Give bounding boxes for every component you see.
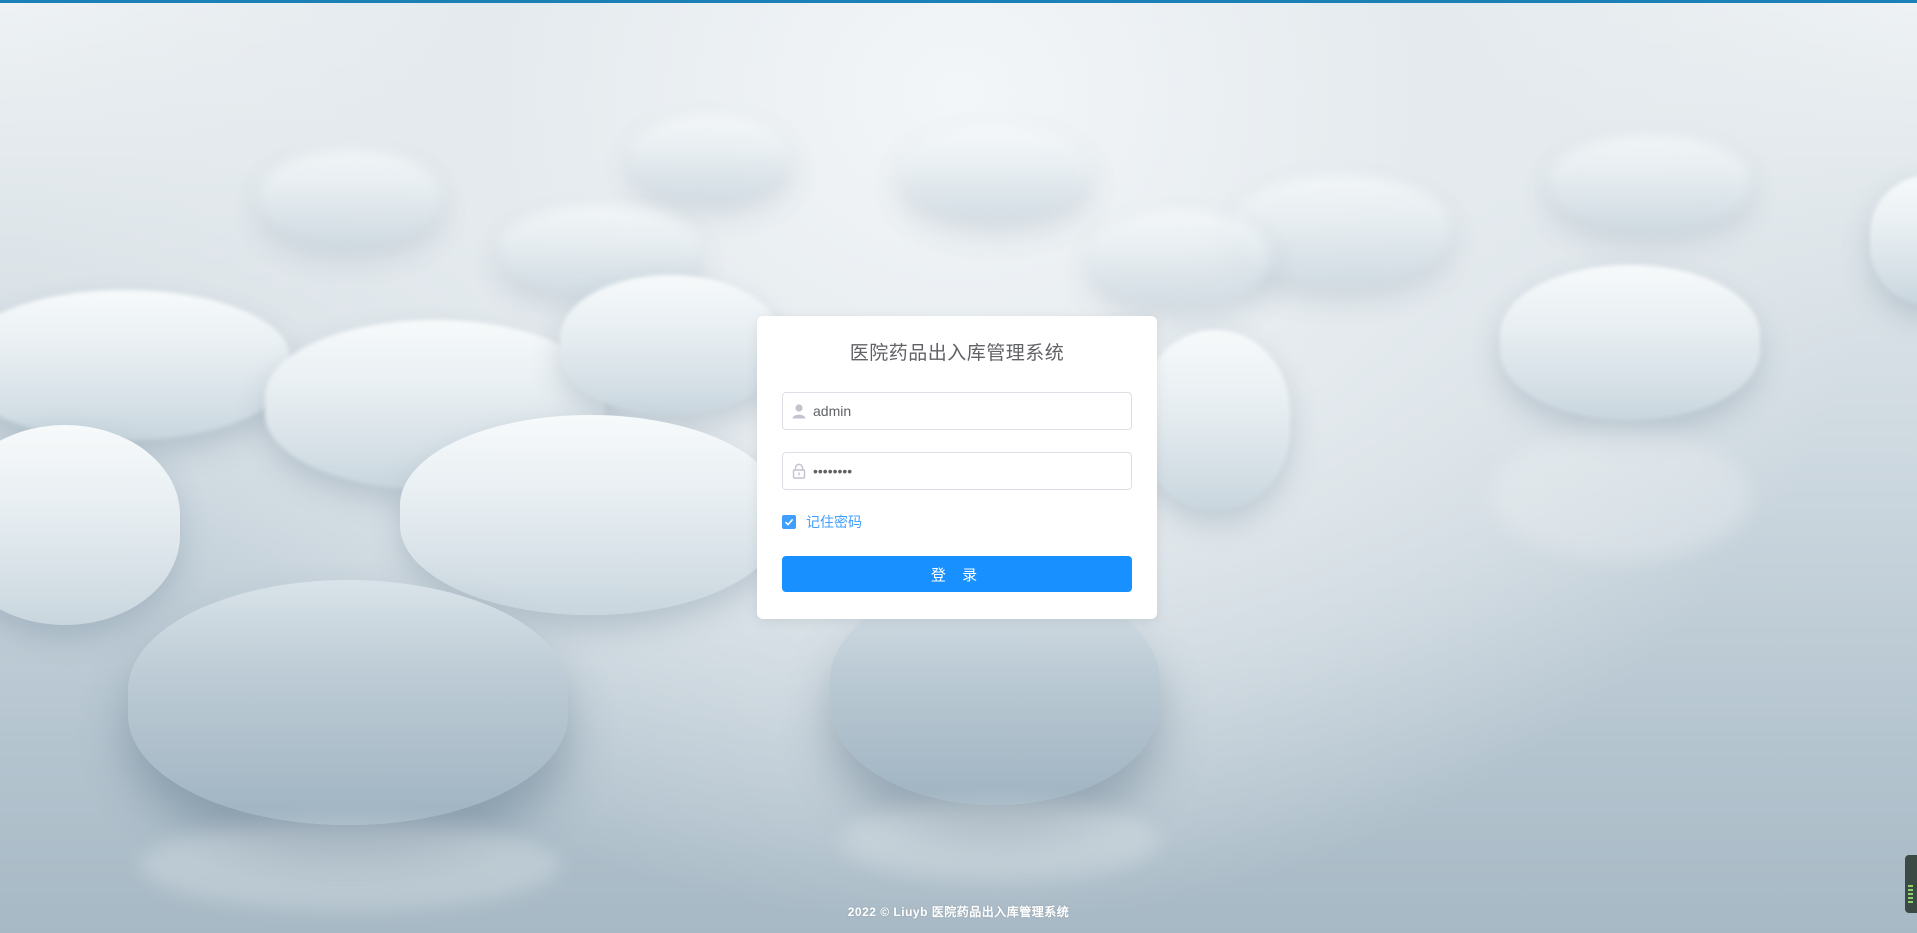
side-widget-tab[interactable] (1905, 855, 1917, 913)
background-pill (560, 275, 780, 415)
login-title: 医院药品出入库管理系统 (849, 343, 1065, 364)
background-pill (0, 290, 290, 440)
background-pill (1090, 210, 1270, 305)
username-field[interactable] (782, 392, 1132, 430)
background-pill (400, 415, 780, 615)
background-pill (1870, 175, 1917, 305)
user-icon (790, 402, 808, 420)
login-page: 医院药品出入库管理系统 admin 记住密码 登 录 2022 © Liuyb … (0, 0, 1917, 933)
background-pill (1140, 330, 1290, 510)
background-pill (630, 115, 790, 200)
top-accent-line (0, 0, 1917, 3)
background-pill (900, 125, 1090, 220)
remember-password-label: 记住密码 (806, 514, 862, 530)
background-pill (1550, 135, 1750, 230)
username-input[interactable] (813, 393, 1123, 429)
footer-copyright: 2022 © Liuyb 医院药品出入库管理系统 (847, 905, 1070, 919)
login-card: 医院药品出入库管理系统 admin 记住密码 登 录 (757, 316, 1157, 619)
check-icon[interactable] (782, 515, 796, 529)
lock-icon (790, 462, 808, 480)
pill-reflection (1490, 430, 1750, 560)
widget-bar (1908, 897, 1913, 899)
background-pill (260, 150, 440, 245)
pill-reflection (140, 820, 560, 910)
background-pill (0, 425, 180, 625)
widget-bar (1908, 901, 1913, 903)
password-input[interactable] (813, 453, 1123, 489)
remember-password-checkbox[interactable]: 记住密码 (782, 512, 862, 532)
background-pill (1500, 265, 1760, 420)
password-field[interactable] (782, 452, 1132, 490)
pill-reflection (840, 800, 1160, 880)
background-pill (128, 580, 568, 825)
widget-bar (1908, 889, 1913, 891)
widget-bar (1908, 893, 1913, 895)
widget-bar (1908, 885, 1913, 887)
login-button[interactable]: 登 录 (782, 556, 1132, 592)
